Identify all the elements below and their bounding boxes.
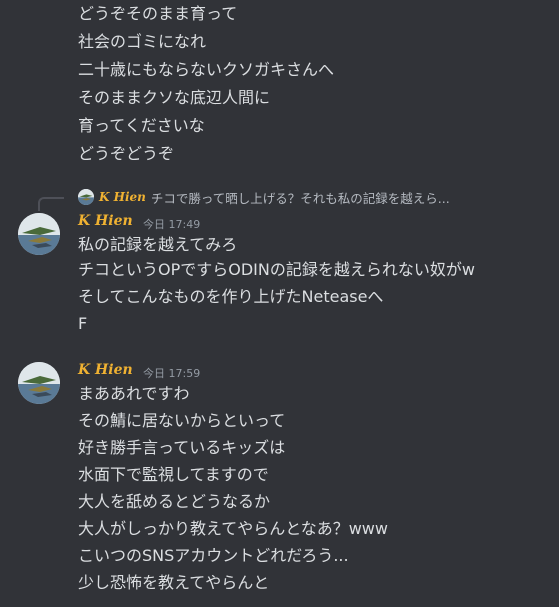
- message-line: F: [78, 314, 88, 333]
- message-line: 好き勝手言っているキッズは: [78, 438, 286, 457]
- reply-spine: [38, 197, 64, 211]
- message-line: 私の記録を越えてみろ: [78, 235, 238, 254]
- message-line: 水面下で監視してますので: [78, 465, 269, 484]
- message-line: 大人を舐めるとどうなるか: [78, 492, 271, 511]
- timestamp: 今日 17:59: [143, 367, 201, 380]
- message-line: 大人がしっかり教えてやらんとなあ？www: [78, 519, 388, 538]
- message-line: どうぞそのまま育って: [78, 4, 238, 23]
- reply-preview[interactable]: K Hien チコで勝って晒し上げる？それも私の記録を越えら...: [78, 188, 450, 206]
- message-line: チコというOPですらODINの記録を越えられない奴がw: [78, 260, 475, 279]
- message-line: そのままクソな底辺人間に: [78, 88, 271, 107]
- message-line: どうぞどうぞ: [78, 144, 175, 163]
- message-line: そしてこんなものを作り上げたNeteaseへ: [78, 287, 384, 306]
- avatar[interactable]: [18, 213, 60, 255]
- message-line: 二十歳にもならないクソガキさんへ: [78, 60, 335, 79]
- timestamp: 今日 17:49: [143, 218, 201, 231]
- username[interactable]: K Hien: [78, 213, 133, 229]
- avatar[interactable]: [18, 362, 60, 404]
- message-line: 育ってくださいな: [78, 116, 205, 135]
- reply-text[interactable]: チコで勝って晒し上げる？それも私の記録を越えら...: [151, 188, 450, 207]
- message-line: まああれですわ: [78, 384, 190, 403]
- message-line: 社会のゴミになれ: [78, 32, 207, 51]
- message-line: 少し恐怖を教えてやらんと: [78, 573, 270, 592]
- message-line: こいつのSNSアカウントどれだろう...: [78, 546, 349, 565]
- username[interactable]: K Hien: [78, 362, 133, 378]
- reply-avatar[interactable]: [78, 189, 94, 205]
- message-line: その鯖に居ないからといって: [78, 411, 286, 430]
- reply-author[interactable]: K Hien: [99, 190, 146, 204]
